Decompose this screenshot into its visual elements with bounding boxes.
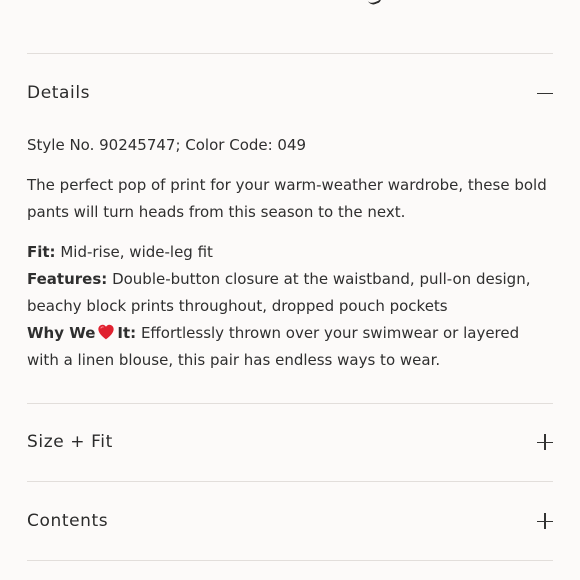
features-label: Features: (27, 270, 108, 288)
fit-line: Fit: Mid-rise, wide-leg fit (27, 239, 553, 266)
plus-icon[interactable] (537, 513, 553, 529)
divider (27, 403, 553, 404)
minus-icon[interactable] (537, 85, 553, 101)
divider (27, 481, 553, 482)
cut-off-text-fragment (367, 0, 383, 7)
fit-value: Mid-rise, wide-leg fit (60, 243, 213, 261)
why-we-love-it-line: Why We It: Effortlessly thrown over your … (27, 320, 553, 374)
divider (27, 53, 553, 54)
fit-label: Fit: (27, 243, 56, 261)
why-label-start: Why We (27, 324, 96, 342)
why-label-end: It: (117, 324, 137, 342)
size-fit-title: Size + Fit (27, 432, 113, 452)
contents-accordion-header[interactable]: Contents (27, 501, 553, 541)
contents-title: Contents (27, 511, 109, 531)
size-fit-accordion-header[interactable]: Size + Fit (27, 422, 553, 462)
style-number: Style No. 90245747; Color Code: 049 (27, 136, 307, 154)
heart-icon (98, 324, 115, 340)
details-content: Style No. 90245747; Color Code: 049 The … (27, 132, 553, 374)
features-line: Features: Double-button closure at the w… (27, 266, 553, 320)
product-description: The perfect pop of print for your warm-w… (27, 176, 547, 221)
details-title: Details (27, 83, 91, 103)
divider (27, 560, 553, 561)
plus-icon[interactable] (537, 434, 553, 450)
details-accordion-header[interactable]: Details (27, 73, 553, 113)
